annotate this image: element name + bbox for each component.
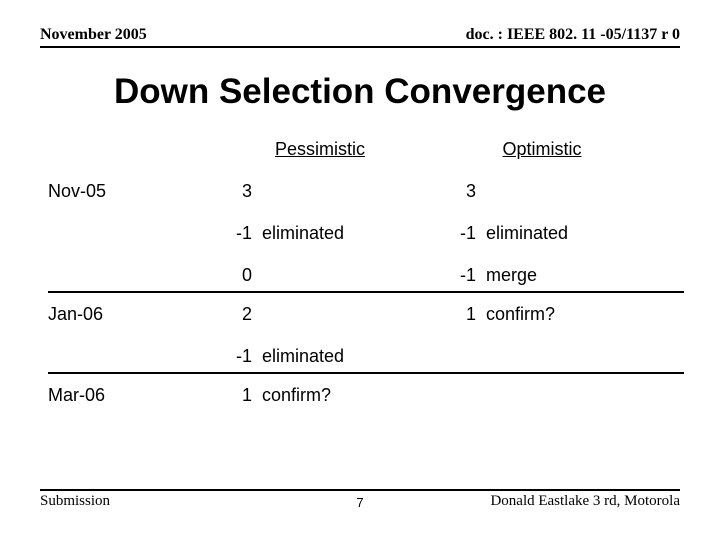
divider [48, 291, 684, 293]
divider [48, 372, 684, 374]
table-row: Jan-06 2 1 confirm? [48, 305, 680, 327]
row-label-jan06: Jan-06 [48, 305, 208, 323]
col-header-optimistic: Optimistic [452, 140, 632, 158]
opt-merge-n: -1 [432, 266, 486, 284]
column-headers: Pessimistic Optimistic [48, 140, 680, 162]
opt-elim-t: eliminated [486, 224, 626, 242]
opt-start-nov05: 3 [432, 182, 486, 200]
pess-elim-n: -1 [208, 224, 262, 242]
pess-start-nov05: 3 [208, 182, 262, 200]
header-docnum: doc. : IEEE 802. 11 -05/1137 r 0 [466, 26, 680, 44]
pess-conf-n: 1 [208, 386, 262, 404]
col-header-pessimistic: Pessimistic [188, 140, 452, 158]
page-title: Down Selection Convergence [40, 72, 680, 112]
slide-page: November 2005 doc. : IEEE 802. 11 -05/11… [0, 0, 720, 540]
opt-merge-t: merge [486, 266, 626, 284]
opt-conf-n: 1 [432, 305, 486, 323]
pess-conf-t: confirm? [262, 386, 432, 404]
table-row: -1 eliminated [48, 347, 680, 369]
row-label-nov05: Nov-05 [48, 182, 208, 200]
opt-conf-t: confirm? [486, 305, 626, 323]
pess-elim-t: eliminated [262, 224, 432, 242]
table-row: -1 eliminated -1 eliminated [48, 224, 680, 246]
table-row: 0 -1 merge [48, 266, 680, 288]
pess-elim2-n: -1 [208, 347, 262, 365]
page-number: 7 [0, 495, 720, 510]
table-row: Mar-06 1 confirm? [48, 386, 680, 408]
doc-header: November 2005 doc. : IEEE 802. 11 -05/11… [40, 26, 680, 48]
pess-start-jan06: 2 [208, 305, 262, 323]
table-row: Nov-05 3 3 [48, 182, 680, 204]
convergence-table: Pessimistic Optimistic Nov-05 3 3 -1 eli… [40, 140, 680, 408]
pess-merge-n: 0 [208, 266, 262, 284]
pess-elim2-t: eliminated [262, 347, 432, 365]
row-label-mar06: Mar-06 [48, 386, 208, 404]
header-date: November 2005 [40, 26, 147, 44]
opt-elim-n: -1 [432, 224, 486, 242]
